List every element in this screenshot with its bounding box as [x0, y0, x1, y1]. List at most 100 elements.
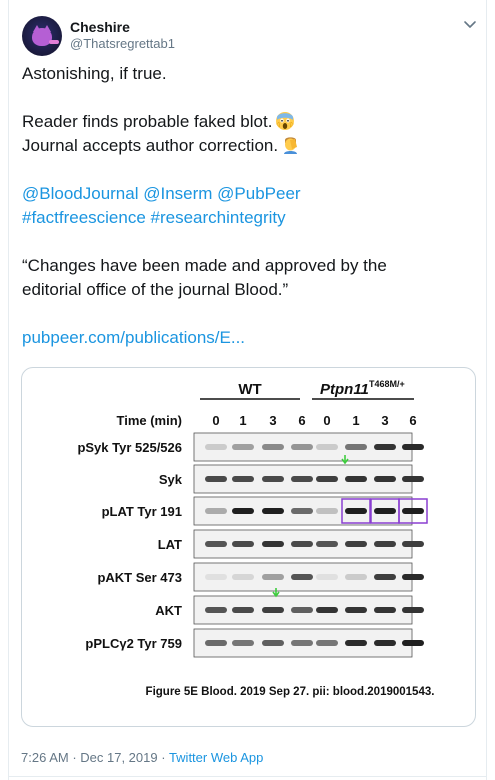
blot-band	[316, 574, 338, 580]
tweet-line-text: Reader finds probable faked blot.	[22, 112, 273, 131]
group-label-mutant-name: Ptpn11	[320, 381, 369, 398]
blot-row-label: pAKT Ser 473	[97, 570, 182, 585]
tweet-line: #factfreescience #researchintegrity	[22, 206, 477, 230]
blot-band	[291, 640, 313, 646]
tweet-line: Reader finds probable faked blot.	[22, 110, 477, 134]
blot-band	[262, 541, 284, 547]
figure-caption: Figure 5E Blood. 2019 Sep 27. pii: blood…	[146, 686, 435, 698]
quote-line: “Changes have been made and approved by …	[22, 256, 387, 275]
blot-band	[205, 508, 227, 514]
blot-band	[291, 541, 313, 547]
meta-separator: ·	[157, 750, 169, 765]
blot-row-label: AKT	[155, 603, 182, 618]
group-label-mutant: Ptpn11	[320, 381, 369, 398]
hashtags-link[interactable]: #factfreescience #researchintegrity	[22, 208, 286, 227]
timepoint-label: 0	[323, 413, 330, 428]
blot-band	[374, 574, 396, 580]
blot-band	[374, 508, 396, 514]
blot-band	[232, 541, 254, 547]
timepoint-label: 0	[212, 413, 219, 428]
blot-band	[205, 607, 227, 613]
tweet-line-text: Journal accepts author correction.	[22, 136, 279, 155]
timepoint-label: 6	[298, 413, 305, 428]
tweet-line: pubpeer.com/publications/E...	[22, 326, 477, 350]
blot-band	[402, 607, 424, 613]
blot-band	[402, 444, 424, 450]
blot-band	[205, 640, 227, 646]
timepoint-labels: 0 1 3 6 0 1 3 6	[212, 413, 416, 428]
blot-row-label: Syk	[159, 472, 183, 487]
blot-band	[291, 607, 313, 613]
blot-band	[291, 508, 313, 514]
blot-band	[316, 444, 338, 450]
frame-border-right	[486, 0, 487, 780]
avatar[interactable]	[22, 16, 62, 56]
blot-band	[232, 574, 254, 580]
blot-band	[402, 508, 424, 514]
tweet-metadata: 7:26 AM · Dec 17, 2019 · Twitter Web App	[21, 750, 263, 765]
blot-band	[345, 607, 367, 613]
blot-row-label: LAT	[158, 537, 182, 552]
blot-band	[402, 541, 424, 547]
chevron-down-icon[interactable]	[462, 16, 478, 32]
facepalm-emoji-icon	[284, 137, 298, 154]
attached-image[interactable]: WT Ptpn11 T468M/+ Time (min) 0 1 3 6 0 1 3 6 pS…	[21, 367, 476, 727]
tweet-text: Astonishing, if true. Reader finds proba…	[22, 62, 477, 350]
blot-band	[374, 541, 396, 547]
cat-tail	[49, 40, 59, 44]
divider	[8, 776, 487, 777]
blot-band	[205, 541, 227, 547]
blot-band	[316, 508, 338, 514]
blot-row-label: pPLCγ2 Tyr 759	[85, 636, 182, 651]
blot-band	[262, 508, 284, 514]
timepoint-label: 3	[269, 413, 276, 428]
blot-row-label: pLAT Tyr 191	[102, 504, 182, 519]
blot-band	[374, 607, 396, 613]
blot-band	[291, 476, 313, 482]
tweet-date[interactable]: Dec 17, 2019	[80, 750, 157, 765]
blot-band	[402, 640, 424, 646]
blot-band	[262, 444, 284, 450]
blot-band	[205, 574, 227, 580]
display-name[interactable]: Cheshire	[70, 19, 130, 35]
blot-band	[345, 541, 367, 547]
scream-emoji-icon	[276, 112, 295, 130]
tweet-line: @BloodJournal @Inserm @PubPeer	[22, 182, 477, 206]
blot-band	[316, 541, 338, 547]
blot-band	[345, 640, 367, 646]
user-handle[interactable]: @Thatsregrettab1	[70, 36, 175, 51]
blot-band	[262, 476, 284, 482]
frame-border-left	[8, 0, 9, 780]
timepoint-label: 1	[239, 413, 246, 428]
blot-band	[262, 640, 284, 646]
blot-band	[291, 444, 313, 450]
timepoint-label: 1	[352, 413, 359, 428]
blot-band	[316, 476, 338, 482]
blot-band	[232, 476, 254, 482]
blot-band	[374, 640, 396, 646]
tweet-time[interactable]: 7:26 AM	[21, 750, 69, 765]
meta-separator: ·	[68, 750, 81, 765]
blot-band	[262, 607, 284, 613]
blot-band	[205, 476, 227, 482]
time-label: Time (min)	[117, 413, 183, 428]
blot-band	[232, 508, 254, 514]
blot-band	[205, 444, 227, 450]
blot-band	[316, 607, 338, 613]
pubpeer-link[interactable]: pubpeer.com/publications/E...	[22, 328, 245, 347]
blot-band	[345, 476, 367, 482]
tweet-source-link[interactable]: Twitter Web App	[169, 750, 263, 765]
blot-band	[345, 574, 367, 580]
tweet-line: Journal accepts author correction.	[22, 134, 477, 158]
western-blot-figure: WT Ptpn11 T468M/+ Time (min) 0 1 3 6 0 1 3 6 pS…	[77, 379, 435, 698]
blot-band	[374, 444, 396, 450]
blot-band	[402, 574, 424, 580]
group-label-mutant-sup: T468M/+	[369, 379, 405, 389]
mentions-link[interactable]: @BloodJournal @Inserm @PubPeer	[22, 184, 301, 203]
blot-band	[232, 607, 254, 613]
tweet: Cheshire @Thatsregrettab1 Astonishing, i…	[0, 0, 495, 780]
timepoint-label: 6	[409, 413, 416, 428]
